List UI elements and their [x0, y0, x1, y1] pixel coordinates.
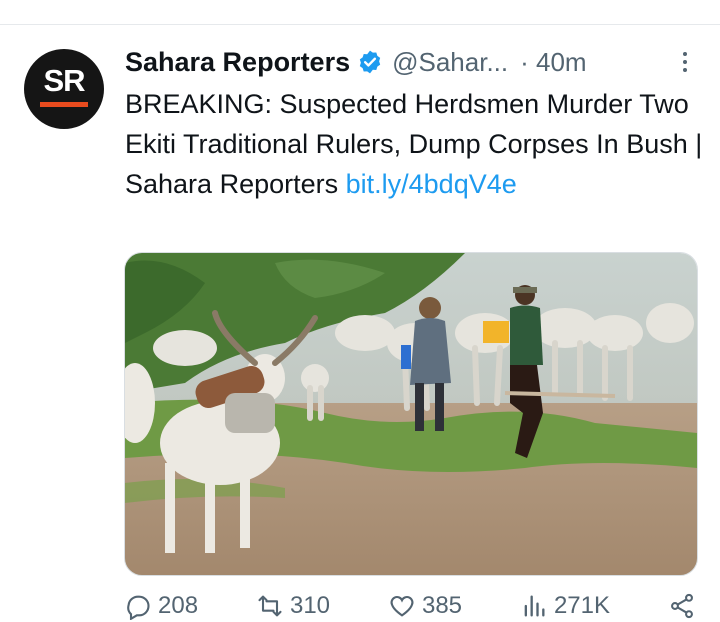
views-button[interactable]: 271K: [520, 592, 610, 620]
share-button[interactable]: [668, 592, 696, 620]
display-name[interactable]: Sahara Reporters: [125, 47, 350, 78]
verified-badge-icon: [359, 50, 381, 74]
tweet-header: Sahara Reporters @Sahar... · 40m: [125, 42, 695, 82]
timestamp[interactable]: · 40m: [520, 47, 586, 78]
tweet-link[interactable]: bit.ly/4bdqV4e: [346, 169, 517, 199]
reply-count: 208: [158, 592, 199, 619]
views-count: 271K: [553, 592, 611, 619]
avatar-logo-bar: [40, 102, 88, 107]
repost-icon: [258, 595, 282, 617]
repost-button[interactable]: 310: [256, 592, 330, 620]
reply-icon: [127, 595, 150, 620]
reply-button[interactable]: 208: [124, 592, 198, 620]
like-count: 385: [421, 592, 463, 619]
avatar[interactable]: SR: [24, 49, 104, 129]
more-options-icon[interactable]: [675, 48, 695, 78]
herdsmen-cattle-photo: [125, 253, 697, 575]
tweet-media-image[interactable]: [124, 252, 698, 576]
share-icon: [670, 593, 693, 619]
views-icon: [524, 595, 545, 617]
like-button[interactable]: 385: [388, 592, 462, 620]
avatar-logo-text: SR: [43, 63, 85, 98]
tweet-text: BREAKING: Suspected Herdsmen Murder Two …: [125, 84, 705, 204]
top-divider: [0, 24, 720, 25]
like-icon: [390, 595, 414, 617]
tweet-actions: 208 310 385 271K: [124, 592, 696, 622]
user-handle[interactable]: @Sahar...: [392, 47, 508, 78]
repost-count: 310: [289, 592, 331, 619]
